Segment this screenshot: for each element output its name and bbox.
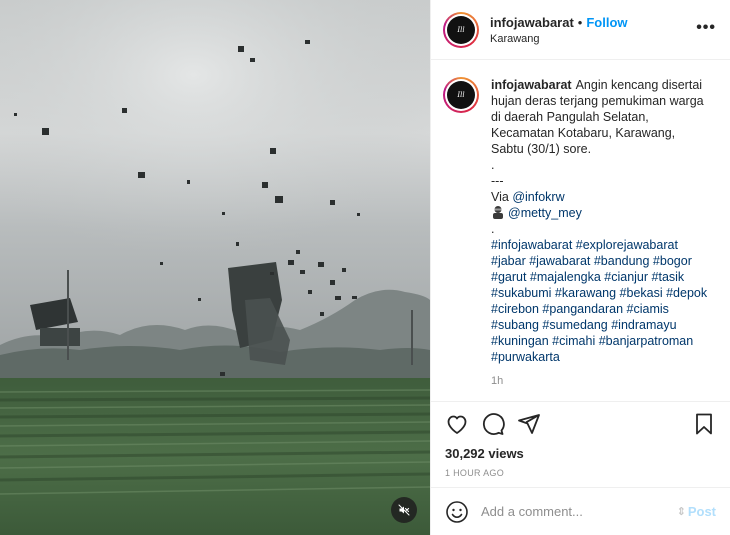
comment-input[interactable] bbox=[481, 504, 677, 519]
post-actions: 30,292 views 1 HOUR AGO bbox=[431, 401, 730, 478]
post-button-stepper-icon: ⇕ bbox=[676, 506, 686, 518]
follow-button[interactable]: Follow bbox=[586, 15, 627, 30]
emoji-icon[interactable] bbox=[445, 500, 469, 524]
heart-icon[interactable] bbox=[445, 412, 469, 436]
comment-icon[interactable] bbox=[481, 412, 505, 436]
avatar-logo: Ill bbox=[447, 15, 475, 44]
post-header: Ill infojawabarat • Follow Karawang ••• bbox=[431, 0, 730, 60]
header-username[interactable]: infojawabarat bbox=[490, 15, 574, 30]
add-comment-bar: ⇕ Post bbox=[431, 487, 730, 535]
hashtag-list[interactable]: #infojawabarat #explorejawabarat #jabar … bbox=[491, 237, 709, 365]
post-button-label: Post bbox=[687, 504, 716, 519]
bookmark-icon[interactable] bbox=[692, 412, 716, 436]
caption-row: Ill infojawabarat Angin kencang disertai … bbox=[443, 77, 718, 389]
post-side-panel: Ill infojawabarat • Follow Karawang ••• … bbox=[430, 0, 730, 535]
speaker-muted-icon bbox=[398, 504, 410, 516]
mention-link[interactable]: @infokrw bbox=[512, 190, 564, 204]
avatar[interactable]: Ill bbox=[443, 11, 479, 48]
caption-dash-line: --- bbox=[491, 174, 504, 188]
avatar-logo: Ill bbox=[447, 81, 475, 109]
post-timestamp[interactable]: 1 HOUR AGO bbox=[445, 468, 716, 478]
views-count[interactable]: 30,292 views bbox=[445, 446, 716, 461]
header-separator: • bbox=[577, 14, 583, 30]
mention-link-2[interactable]: @metty_mey bbox=[508, 206, 582, 220]
video-frame-image bbox=[0, 0, 430, 535]
caption-time: 1h bbox=[491, 375, 504, 387]
mute-toggle-button[interactable] bbox=[391, 497, 417, 523]
caption-body: infojawabarat Angin kencang disertai huja… bbox=[491, 77, 709, 389]
comments-section: Ill infojawabarat Angin kencang disertai … bbox=[431, 61, 730, 401]
post-comment-button[interactable]: ⇕ Post bbox=[677, 504, 716, 519]
share-icon[interactable] bbox=[517, 412, 541, 436]
caption-avatar[interactable]: Ill bbox=[443, 77, 479, 113]
caption-dot-line: . bbox=[491, 158, 495, 172]
caption-period-line: . bbox=[491, 222, 495, 236]
post-media-video[interactable] bbox=[0, 0, 430, 535]
location-link[interactable]: Karawang bbox=[490, 33, 628, 45]
person-emoji-icon bbox=[493, 206, 503, 219]
caption-username[interactable]: infojawabarat bbox=[491, 78, 572, 92]
via-label: Via bbox=[491, 190, 509, 204]
more-options-icon[interactable]: ••• bbox=[696, 20, 716, 36]
